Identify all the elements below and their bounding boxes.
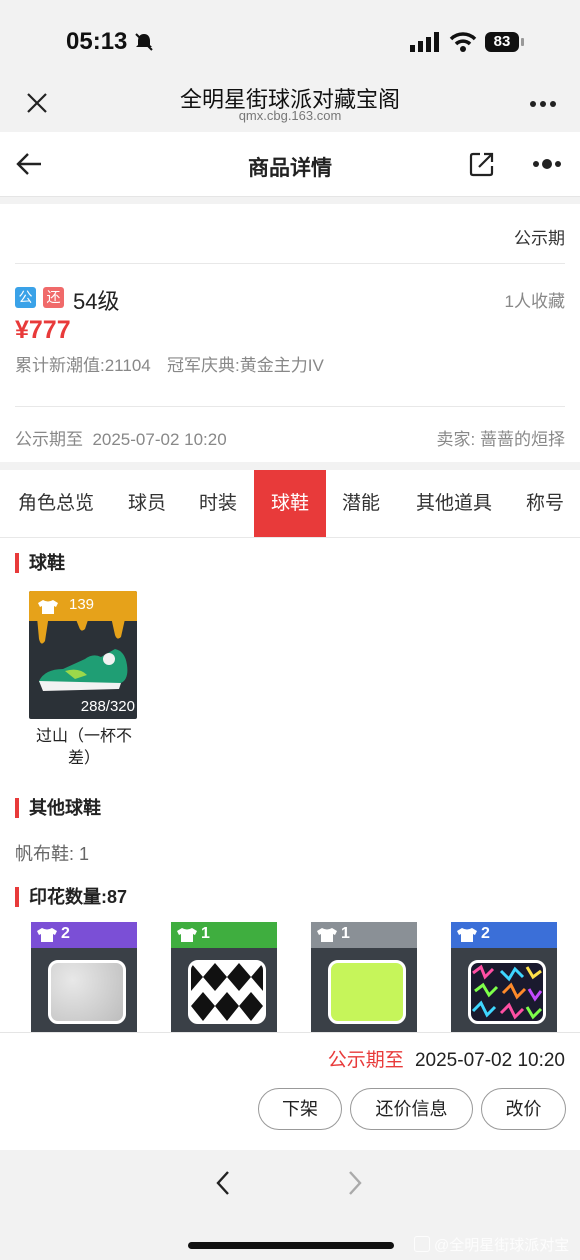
shirt-icon [37,928,57,942]
share-icon[interactable] [469,151,495,177]
level-text: 54级 [73,289,120,314]
seller[interactable]: 卖家: 蔷蔷的烜择 [437,425,565,450]
bell-muted-icon [135,33,153,51]
shoe-card[interactable]: 139 288/320 [29,591,137,719]
print-card[interactable]: 1 [171,922,277,1032]
print-card[interactable]: 1 [311,922,417,1032]
print-swatch-zigzag [468,960,546,1024]
tab-shoes[interactable]: 球鞋 [254,470,326,537]
wifi-icon [449,32,477,52]
other-shoes-text: 帆布鞋: 1 [15,844,90,864]
tab-overview[interactable]: 角色总览 [0,470,112,537]
change-price-button[interactable]: 改价 [481,1088,566,1130]
section-title-shoes: 球鞋 [15,553,65,573]
more-options-icon[interactable] [532,159,562,169]
shirt-icon [317,928,337,942]
browser-bar: 全明星街球派对藏宝阁 qmx.cbg.163.com [0,80,580,132]
browser-url: qmx.cbg.163.com [238,108,342,123]
print-swatch-diamond [188,960,266,1024]
print-count: 1 [201,925,210,942]
shirt-icon [457,928,477,942]
section-title-prints: 印花数量:87 [15,887,127,907]
print-count: 1 [341,925,350,942]
delist-button[interactable]: 下架 [258,1088,342,1130]
shoe-name-line1: 过山（一杯不 [35,728,132,745]
favorites-count: 1人收藏 [504,292,565,311]
section-title-other-shoes: 其他球鞋 [15,798,101,818]
shoe-name-line2: 差） [67,750,100,767]
tab-titles[interactable]: 称号 [510,470,580,537]
status-time: 05:13 [66,28,128,55]
shirt-icon [177,928,197,942]
back-chevron-icon[interactable] [214,1170,232,1196]
page-header: 商品详情 [0,132,580,197]
item-info-card: 公示期 公 还 54级 1人收藏 ¥777 累计新潮值:21104 冠军庆典:黄… [0,204,580,462]
shoe-count: 139 [69,596,95,613]
bargain-tag: 还 [43,287,64,308]
shoe-progress: 288/320 [80,698,135,715]
shoe-name: 过山（一杯不 差） [24,726,144,770]
browser-nav-bar: @全明星街球派对宝 [0,1150,580,1260]
more-icon[interactable] [529,100,557,108]
stat-champion: 冠军庆典:黄金主力IV [167,356,324,375]
bottom-datetime: 2025-07-02 10:20 [414,1050,565,1071]
tab-other-items[interactable]: 其他道具 [398,470,510,537]
print-swatch-lime [328,960,406,1024]
status-bar: 05:13 83 [0,0,580,80]
print-swatch-texture [48,960,126,1024]
print-card[interactable]: 2 [451,922,557,1032]
tab-outfits[interactable]: 时装 [183,470,253,537]
forward-chevron-icon[interactable] [346,1170,364,1196]
bargain-info-button[interactable]: 还价信息 [350,1088,473,1130]
bottom-action-bar: 公示期至 2025-07-02 10:20 下架 还价信息 改价 [0,1032,580,1151]
shoe-image [39,649,128,691]
stat-trend-value: 累计新潮值:21104 [15,356,151,375]
watermark: @全明星街球派对宝 [414,1234,569,1255]
print-count: 2 [481,925,490,942]
phase-label: 公示期 [514,229,565,248]
watermark-text: @全明星街球派对宝 [434,1237,570,1254]
public-until: 公示期至 2025-07-02 10:20 [15,430,227,449]
shirt-icon [38,600,58,614]
public-tag: 公 [15,287,36,308]
signal-icon [410,32,439,52]
shoes-content: 球鞋 139 288/320 过山（一杯不 差） 其他球鞋 帆布鞋: 1 印花数… [0,538,580,1032]
tab-potential[interactable]: 潜能 [326,470,396,537]
battery-icon: 83 [485,32,519,52]
tab-players[interactable]: 球员 [112,470,182,537]
price: ¥777 [15,316,71,344]
tab-bar: 角色总览 球员 时装 球鞋 潜能 其他道具 称号 [0,470,580,538]
watermark-logo-icon [414,1236,430,1252]
print-count: 2 [61,925,70,942]
home-indicator [188,1242,394,1249]
bottom-public-label: 公示期至 [327,1050,404,1071]
print-card[interactable]: 2 [31,922,137,1032]
